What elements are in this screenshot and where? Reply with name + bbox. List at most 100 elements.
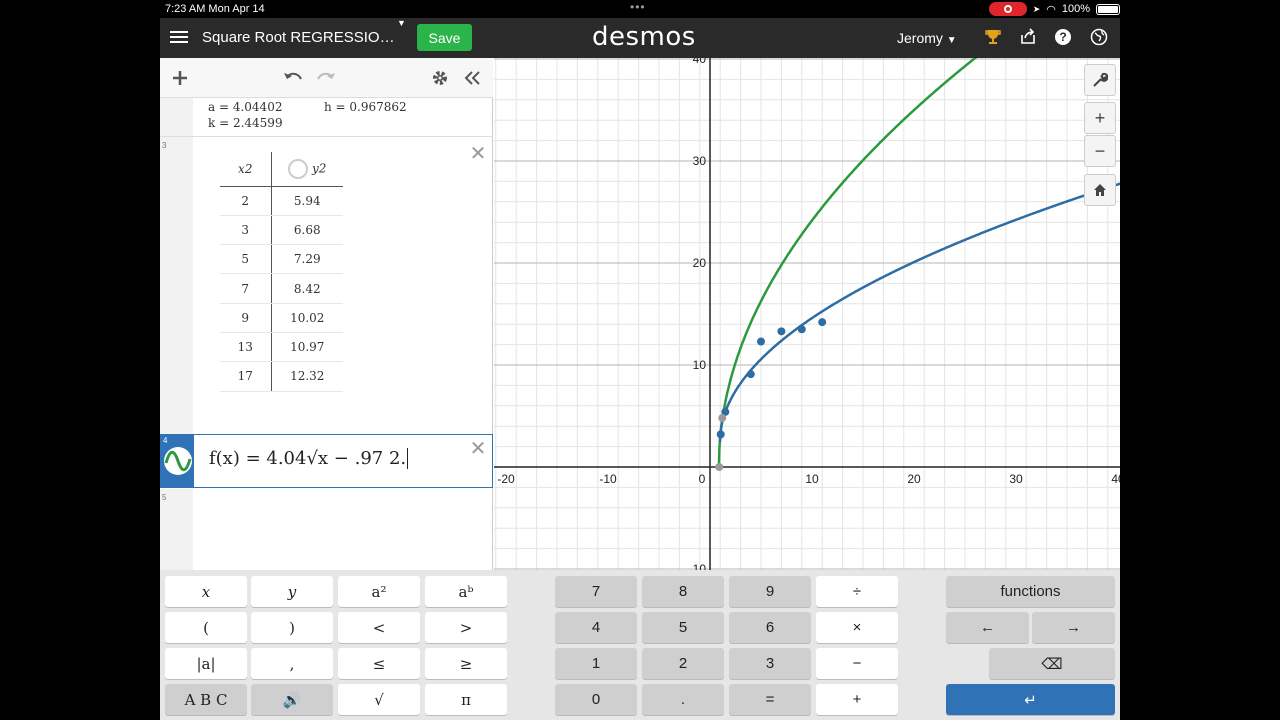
location-icon: ➤: [1032, 3, 1041, 14]
right-arrow-key[interactable]: →: [1032, 612, 1115, 643]
keypad-key[interactable]: >: [425, 612, 507, 643]
line-number: 3: [162, 141, 167, 150]
hamburger-menu-icon[interactable]: [170, 28, 188, 48]
expression-color-toggle[interactable]: 4: [161, 435, 194, 487]
enter-key[interactable]: ↵: [946, 684, 1115, 715]
home-icon[interactable]: [1084, 174, 1116, 206]
math-keypad: x y a² aᵇ () < > |a|, ≤ ≥ A B C 🔊 √ π 7 8 9 ÷ 4 5 6 × 1 2 3− 0. =…: [160, 570, 1120, 720]
line-number: 4: [163, 436, 168, 445]
table-cell[interactable]: 13: [220, 332, 272, 363]
table-cell[interactable]: 10.02: [271, 303, 343, 333]
keypad-key[interactable]: 7: [555, 576, 637, 607]
keypad-key[interactable]: aᵇ: [425, 576, 507, 607]
graph-paper[interactable]: -20 -10 0 10 20 30 40 40 30 20 10 10 + −: [494, 51, 1120, 576]
table-cell[interactable]: 2: [220, 186, 272, 216]
keypad-key[interactable]: 0: [555, 684, 637, 715]
param-h: h = 0.967862: [324, 100, 407, 114]
status-time: 7:23 AM Mon Apr 14: [165, 3, 265, 15]
globe-icon[interactable]: [1089, 27, 1109, 47]
table-cell[interactable]: 5: [220, 244, 272, 275]
title-caret-icon[interactable]: ▼: [397, 18, 406, 28]
keypad-key[interactable]: <: [338, 612, 420, 643]
table-row: 13 10.97: [220, 332, 343, 363]
wrench-icon[interactable]: [1084, 64, 1116, 96]
multitask-dots[interactable]: •••: [630, 0, 646, 14]
keypad-key[interactable]: 3: [729, 648, 811, 679]
arrow-right-icon: →: [1066, 619, 1081, 636]
x-tick-label: 10: [805, 472, 819, 486]
keypad-key[interactable]: ×: [816, 612, 898, 643]
collapse-panel-icon[interactable]: [461, 67, 483, 89]
user-menu[interactable]: Jeromy ▼: [897, 30, 957, 46]
keypad-key[interactable]: 🔊: [251, 684, 333, 715]
share-icon[interactable]: [1018, 27, 1038, 47]
keypad-key[interactable]: ): [251, 612, 333, 643]
backspace-key[interactable]: ⌫: [989, 648, 1115, 679]
keypad-key[interactable]: 1: [555, 648, 637, 679]
keypad-key[interactable]: |a|: [165, 648, 247, 679]
keypad-key[interactable]: 4: [555, 612, 637, 643]
keypad-key[interactable]: 5: [642, 612, 724, 643]
table-header-x[interactable]: x2: [220, 152, 272, 187]
trophy-icon[interactable]: [983, 27, 1003, 47]
keypad-key[interactable]: 8: [642, 576, 724, 607]
keypad-key[interactable]: 2: [642, 648, 724, 679]
undo-icon[interactable]: [282, 67, 304, 89]
graph-canvas[interactable]: -20 -10 0 10 20 30 40 40 30 20 10 10: [494, 51, 1120, 576]
functions-key[interactable]: functions: [946, 576, 1115, 607]
add-item-icon[interactable]: [169, 67, 191, 89]
keypad-key[interactable]: ≤: [338, 648, 420, 679]
table-cell[interactable]: 12.32: [271, 361, 343, 392]
keypad-key[interactable]: 6: [729, 612, 811, 643]
data-table[interactable]: x2 y2 2 5.94 3 6.68 5 7.29 7 8.42 9 10.02 13 1…: [220, 152, 343, 392]
keypad-key[interactable]: a²: [338, 576, 420, 607]
keypad-key[interactable]: √: [338, 684, 420, 715]
table-cell[interactable]: 9: [220, 303, 272, 333]
x-tick-label: 30: [1009, 472, 1023, 486]
keypad-key[interactable]: .: [642, 684, 724, 715]
keypad-key[interactable]: ≥: [425, 648, 507, 679]
save-button[interactable]: Save: [417, 24, 472, 51]
series-style-circle-icon[interactable]: [288, 158, 309, 179]
expression-gutter[interactable]: [160, 98, 193, 136]
table-cell[interactable]: 7: [220, 273, 272, 304]
keypad-key[interactable]: =: [729, 684, 811, 715]
enter-icon: ↵: [1024, 691, 1037, 709]
left-arrow-key[interactable]: ←: [946, 612, 1029, 643]
keypad-key[interactable]: −: [816, 648, 898, 679]
keypad-key[interactable]: π: [425, 684, 507, 715]
chevron-down-icon: ▼: [946, 35, 957, 46]
data-point: [716, 430, 725, 439]
expression-list: a = 4.04402 h = 0.967862 k = 2.44599 3 x…: [160, 58, 493, 570]
keypad-key[interactable]: ÷: [816, 576, 898, 607]
delete-expression-icon[interactable]: ✕: [469, 439, 487, 459]
table-cell[interactable]: 5.94: [271, 186, 343, 216]
table-header-y[interactable]: y2: [271, 152, 343, 187]
table-cell[interactable]: 7.29: [271, 244, 343, 275]
table-cell[interactable]: 6.68: [271, 215, 343, 246]
redo-icon[interactable]: [315, 67, 337, 89]
keypad-key[interactable]: x: [165, 576, 247, 607]
keypad-key[interactable]: y: [251, 576, 333, 607]
table-cell[interactable]: 10.97: [271, 332, 343, 363]
zoom-out-icon[interactable]: −: [1084, 135, 1116, 167]
table-cell[interactable]: 3: [220, 215, 272, 246]
keypad-key[interactable]: ,: [251, 648, 333, 679]
table-cell[interactable]: 8.42: [271, 273, 343, 304]
keypad-key[interactable]: +: [816, 684, 898, 715]
keypad-key[interactable]: 9: [729, 576, 811, 607]
graph-curve-blue: [718, 182, 1120, 443]
zoom-in-icon[interactable]: +: [1084, 102, 1116, 134]
graph-title[interactable]: Square Root REGRESSIO…: [202, 29, 395, 46]
data-point: [746, 370, 755, 379]
table-cell[interactable]: 17: [220, 361, 272, 392]
expression-input[interactable]: f(x) = 4.04√x − .97 2.: [209, 448, 409, 469]
gear-icon[interactable]: [429, 67, 451, 89]
expression-item-4[interactable]: 4 f(x) = 4.04√x − .97 2. ✕: [160, 434, 493, 488]
help-icon[interactable]: ?: [1053, 27, 1073, 47]
x-tick-label: 40: [1111, 472, 1120, 486]
expression-gutter[interactable]: [160, 137, 193, 434]
keypad-key[interactable]: (: [165, 612, 247, 643]
keypad-key[interactable]: A B C: [165, 684, 247, 715]
delete-table-icon[interactable]: ✕: [469, 144, 487, 164]
